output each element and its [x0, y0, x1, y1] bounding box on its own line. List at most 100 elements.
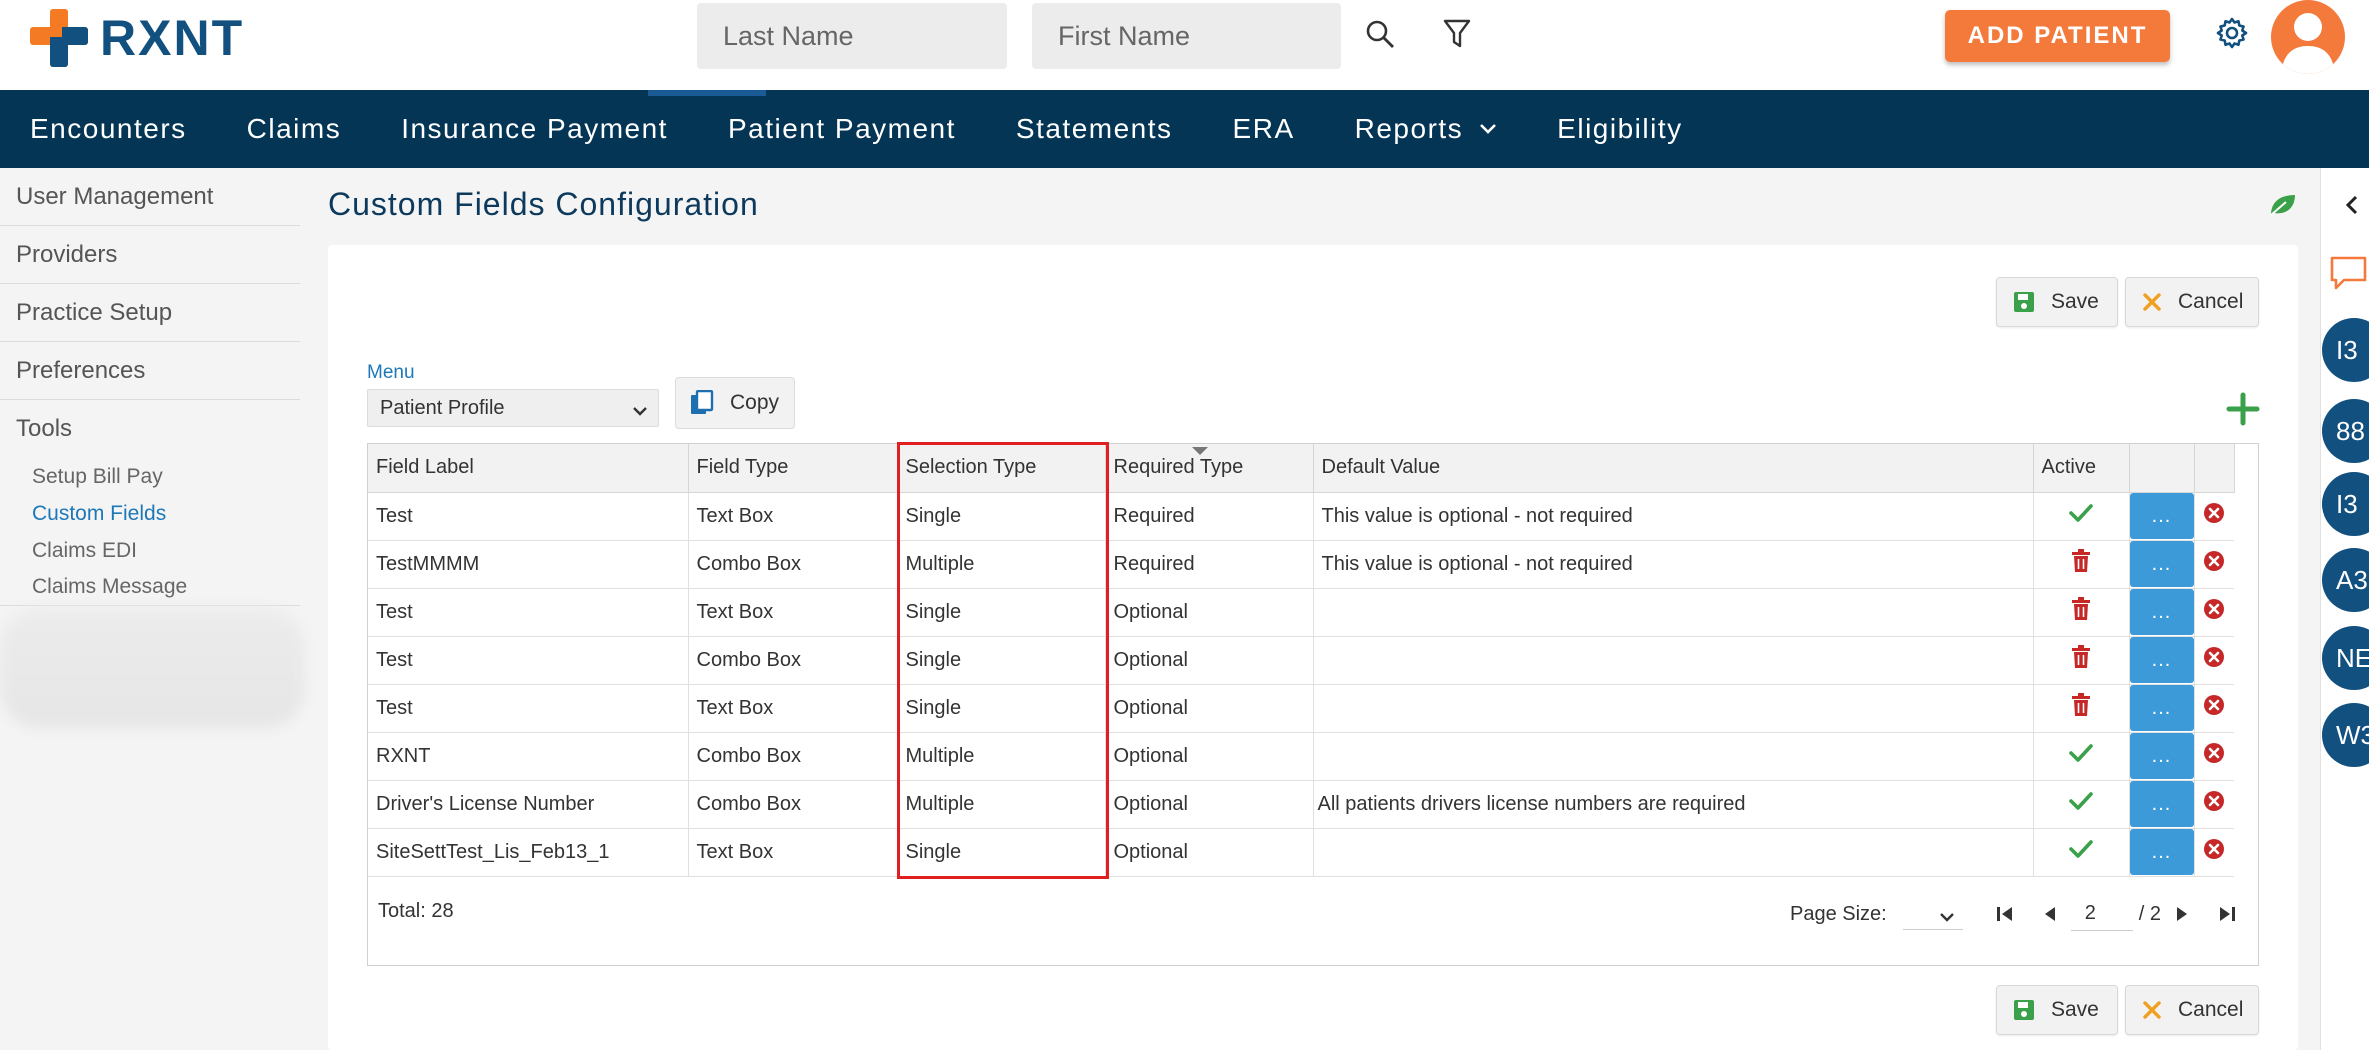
last-name-input[interactable]: [697, 3, 1007, 69]
cell-actions: ...: [2129, 780, 2195, 829]
sidebar-sub-claims-message[interactable]: Claims Message: [0, 569, 300, 606]
remove-circle-icon[interactable]: [2203, 598, 2225, 620]
sidebar-sub-setup-bill-pay[interactable]: Setup Bill Pay: [0, 458, 305, 495]
custom-fields-grid: Field Label Field Type Selection Type Re…: [367, 443, 2259, 966]
table-header-row: Field Label Field Type Selection Type Re…: [368, 444, 2235, 493]
page-size-label: Page Size:: [1790, 902, 1887, 925]
cell-required-type: Optional: [1105, 732, 1314, 781]
check-icon[interactable]: [2069, 743, 2093, 763]
table-row[interactable]: TestMMMM Combo Box Multiple Required This va…: [368, 540, 2234, 589]
row-options-button[interactable]: ...: [2129, 493, 2193, 539]
nav-insurance-payment[interactable]: Insurance Payment: [371, 90, 698, 168]
trash-icon[interactable]: [2070, 645, 2092, 669]
last-page-icon[interactable]: [2217, 904, 2237, 924]
check-icon[interactable]: [2069, 503, 2093, 523]
table-row[interactable]: SiteSettTest_Lis_Feb13_1 Text Box Single Op…: [368, 828, 2234, 877]
sidebar-item-tools[interactable]: Tools: [0, 400, 300, 458]
save-button-bottom[interactable]: Save: [1996, 985, 2118, 1035]
cell-field-type: Combo Box: [688, 540, 898, 589]
row-options-button[interactable]: ...: [2129, 829, 2193, 875]
cell-field-label: SiteSettTest_Lis_Feb13_1: [368, 828, 689, 877]
col-header-selection-type[interactable]: Selection Type: [897, 444, 1106, 493]
cell-remove: [2194, 588, 2234, 637]
next-page-icon[interactable]: [2175, 905, 2189, 923]
search-icon[interactable]: [1362, 16, 1398, 52]
page-size-select[interactable]: [1902, 898, 1963, 930]
nav-eligibility[interactable]: Eligibility: [1527, 90, 1712, 168]
table-row[interactable]: Test Text Box Single Optional...: [368, 588, 2234, 637]
check-icon[interactable]: [2069, 791, 2093, 811]
cell-field-label: Test: [368, 636, 689, 685]
nav-patient-payment[interactable]: Patient Payment: [698, 90, 986, 168]
nav-encounters[interactable]: Encounters: [0, 90, 217, 168]
trash-icon[interactable]: [2070, 693, 2092, 717]
remove-circle-icon[interactable]: [2203, 742, 2225, 764]
page-number-input[interactable]: [2070, 897, 2133, 931]
previous-page-icon[interactable]: [2043, 905, 2057, 923]
row-options-button[interactable]: ...: [2129, 637, 2193, 683]
menu-select[interactable]: Patient Profile: [367, 389, 659, 427]
cell-remove: [2194, 492, 2234, 541]
col-header-field-type[interactable]: Field Type: [688, 444, 898, 493]
row-options-button[interactable]: ...: [2129, 685, 2193, 731]
cancel-button-bottom[interactable]: Cancel: [2125, 985, 2259, 1035]
sidebar-item-providers[interactable]: Providers: [0, 226, 300, 284]
settings-sidebar: User Management Providers Practice Setup…: [0, 168, 305, 1050]
chevron-left-icon[interactable]: [2345, 194, 2359, 221]
rxnt-logo[interactable]: RXNT: [30, 8, 244, 68]
nav-era[interactable]: ERA: [1203, 90, 1325, 168]
remove-circle-icon[interactable]: [2203, 838, 2225, 860]
sidebar-sub-custom-fields[interactable]: Custom Fields: [0, 495, 305, 532]
table-row[interactable]: Test Combo Box Single Optional...: [368, 636, 2234, 685]
row-options-button[interactable]: ...: [2129, 781, 2193, 827]
col-header-required-type[interactable]: Required Type: [1105, 444, 1314, 493]
table-row[interactable]: Driver's License Number Combo Box Multiple…: [368, 780, 2234, 829]
cell-field-type: Combo Box: [688, 636, 898, 685]
row-options-button[interactable]: ...: [2129, 541, 2193, 587]
cell-remove: [2194, 732, 2234, 781]
table-row[interactable]: Test Text Box Single Required This value is …: [368, 492, 2234, 541]
add-field-plus-icon[interactable]: [2226, 392, 2260, 431]
copy-button[interactable]: Copy: [675, 377, 795, 429]
cell-field-type: Text Box: [688, 588, 898, 637]
leaf-icon[interactable]: [2268, 192, 2298, 223]
sidebar-item-practice-setup[interactable]: Practice Setup: [0, 284, 300, 342]
user-avatar-icon[interactable]: [2271, 0, 2345, 74]
remove-circle-icon[interactable]: [2203, 694, 2225, 716]
filter-icon[interactable]: [1440, 16, 1474, 52]
nav-reports[interactable]: Reports: [1325, 90, 1528, 168]
nav-statements[interactable]: Statements: [986, 90, 1203, 168]
remove-circle-icon[interactable]: [2203, 502, 2225, 524]
save-button-top[interactable]: Save: [1996, 277, 2118, 327]
col-header-active[interactable]: Active: [2033, 444, 2130, 493]
remove-circle-icon[interactable]: [2203, 646, 2225, 668]
col-header-default-value[interactable]: Default Value: [1313, 444, 2034, 493]
cancel-button-top[interactable]: Cancel: [2125, 277, 2259, 327]
table-row[interactable]: Test Text Box Single Optional...: [368, 684, 2234, 733]
first-page-icon[interactable]: [1995, 904, 2015, 924]
nav-claims[interactable]: Claims: [217, 90, 372, 168]
sidebar-item-user-management[interactable]: User Management: [0, 168, 300, 226]
add-patient-button[interactable]: ADD PATIENT: [1945, 10, 2170, 62]
cell-selection-type: Single: [897, 828, 1106, 877]
row-options-button[interactable]: ...: [2129, 589, 2193, 635]
check-icon[interactable]: [2069, 839, 2093, 859]
row-options-button[interactable]: ...: [2129, 733, 2193, 779]
col-header-field-label[interactable]: Field Label: [368, 444, 689, 493]
cell-default-value: All patients drivers license numbers are…: [1313, 780, 2034, 829]
sidebar-sub-claims-edi[interactable]: Claims EDI: [0, 532, 305, 569]
cell-selection-type: Multiple: [897, 780, 1106, 829]
remove-circle-icon[interactable]: [2203, 550, 2225, 572]
sidebar-redacted-area: [0, 608, 305, 728]
sidebar-item-preferences[interactable]: Preferences: [0, 342, 300, 400]
first-name-input[interactable]: [1032, 3, 1341, 69]
chat-icon[interactable]: [2328, 254, 2369, 299]
gear-icon[interactable]: [2214, 15, 2250, 51]
top-header: RXNT ADD PATIENT: [0, 0, 2369, 90]
cell-active: [2033, 492, 2130, 541]
remove-circle-icon[interactable]: [2203, 790, 2225, 812]
trash-icon[interactable]: [2070, 549, 2092, 573]
table-row[interactable]: RXNT Combo Box Multiple Optional...: [368, 732, 2234, 781]
cell-default-value: This value is optional - not required: [1313, 540, 2034, 589]
trash-icon[interactable]: [2070, 597, 2092, 621]
